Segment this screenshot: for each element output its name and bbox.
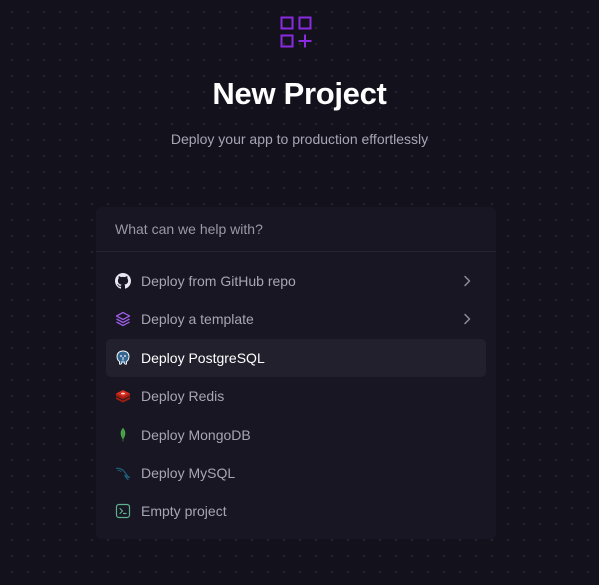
terminal-icon — [115, 503, 131, 519]
menu-item-redis[interactable]: Deploy Redis — [106, 377, 486, 415]
command-list: Deploy from GitHub repo Deploy a templat… — [106, 262, 486, 531]
mysql-icon — [115, 465, 131, 481]
layers-icon — [115, 311, 131, 327]
menu-item-label: Deploy a template — [141, 311, 254, 328]
grid-plus-icon — [280, 16, 312, 48]
command-panel: Deploy from GitHub repo Deploy a templat… — [96, 207, 496, 539]
search-bar — [96, 207, 496, 252]
menu-item-label: Deploy from GitHub repo — [141, 273, 296, 289]
menu-item-label: Deploy Redis — [141, 388, 225, 405]
page-subtitle: Deploy your app to production effortless… — [170, 131, 429, 147]
chevron-right-icon — [464, 314, 471, 325]
menu-item-mongodb[interactable]: Deploy MongoDB — [106, 416, 486, 454]
mongodb-icon — [115, 427, 131, 443]
menu-item-label: Deploy PostgreSQL — [141, 349, 265, 366]
menu-item-label: Deploy MySQL — [141, 464, 236, 481]
menu-item-template[interactable]: Deploy a template — [106, 300, 486, 338]
github-icon — [115, 273, 131, 289]
menu-item-label: Deploy MongoDB — [141, 426, 251, 443]
page-title: New Project — [212, 76, 387, 111]
search-input[interactable] — [115, 218, 475, 240]
menu-item-empty-project[interactable]: Empty project — [106, 492, 486, 530]
menu-item-github[interactable]: Deploy from GitHub repo — [106, 262, 486, 300]
chevron-right-icon — [464, 275, 471, 287]
menu-item-label: Empty project — [141, 503, 227, 520]
postgresql-icon — [115, 350, 131, 366]
menu-item-postgresql[interactable]: Deploy PostgreSQL — [106, 338, 486, 377]
menu-item-mysql[interactable]: Deploy MySQL — [106, 454, 486, 492]
redis-icon — [115, 388, 131, 404]
